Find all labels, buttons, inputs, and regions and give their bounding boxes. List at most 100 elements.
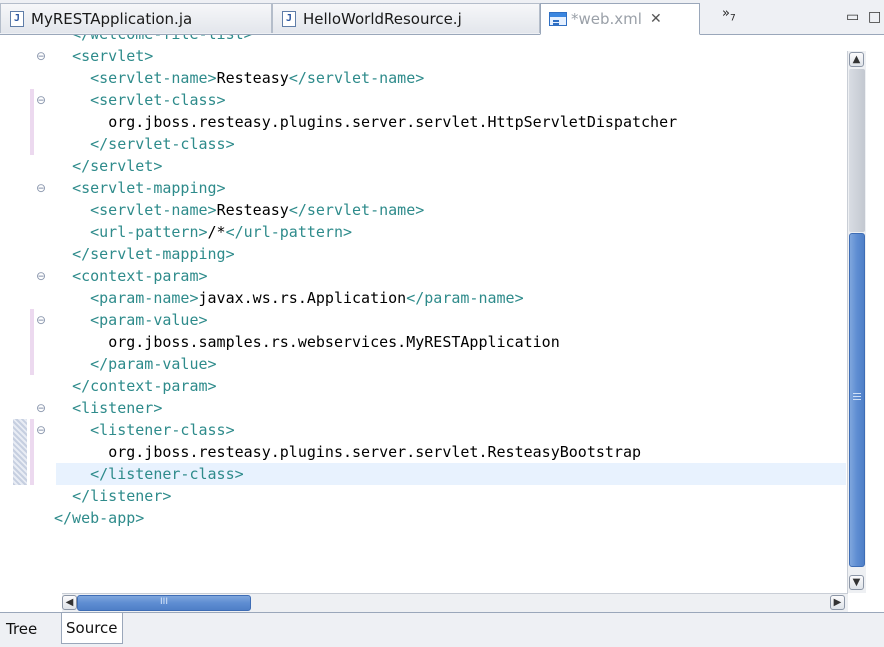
code-line[interactable]: </web-app> — [54, 507, 144, 529]
xml-tag: </welcome-file-list> — [72, 35, 253, 43]
code-line[interactable]: <servlet-class> — [54, 89, 225, 111]
xml-tag: <servlet> — [72, 47, 154, 65]
code-line[interactable]: </welcome-file-list> — [54, 35, 253, 45]
code-line[interactable]: <servlet-name>Resteasy</servlet-name> — [54, 67, 424, 89]
maximize-icon[interactable]: □ — [868, 9, 881, 25]
code-line[interactable]: <context-param> — [54, 265, 208, 287]
xml-tag: </web-app> — [54, 509, 145, 527]
xml-text: /* — [207, 223, 226, 241]
xml-tag: <param-value> — [90, 311, 208, 329]
xml-tag: </servlet> — [72, 157, 163, 175]
editor-tab-bar: J MyRESTApplication.ja J HelloWorldResou… — [0, 0, 884, 35]
tab-source[interactable]: Source — [61, 613, 123, 644]
tab-web-xml[interactable]: *web.xml ✕ — [540, 3, 700, 35]
change-marker — [30, 309, 34, 375]
code-line[interactable]: </listener-class> — [54, 463, 244, 485]
xml-tag: </param-name> — [406, 289, 524, 307]
code-line[interactable]: <url-pattern>/*</url-pattern> — [54, 221, 352, 243]
xml-tag: </listener> — [72, 487, 172, 505]
fold-toggle-icon[interactable]: ⊖ — [36, 270, 48, 282]
fold-toggle-icon[interactable]: ⊖ — [36, 402, 48, 414]
grip-icon: III — [160, 597, 168, 607]
scrollbar-track[interactable] — [849, 69, 865, 232]
fold-toggle-icon[interactable]: ⊖ — [36, 182, 48, 194]
xml-tag: </servlet-class> — [90, 135, 235, 153]
tab-myrestapplication[interactable]: J MyRESTApplication.ja — [0, 3, 272, 33]
tab-tree[interactable]: Tree — [2, 613, 41, 644]
code-line[interactable]: org.jboss.resteasy.plugins.server.servle… — [54, 111, 677, 133]
arrow-down-icon: ▼ — [852, 577, 861, 588]
xml-tag: </servlet-mapping> — [72, 245, 235, 263]
fold-toggle-icon[interactable]: ⊖ — [36, 94, 48, 106]
vertical-scroll-thumb[interactable] — [849, 233, 865, 567]
xml-tag: <context-param> — [72, 267, 208, 285]
tab-label: Source — [66, 619, 118, 637]
code-line[interactable]: <servlet-name>Resteasy</servlet-name> — [54, 199, 424, 221]
fold-toggle-icon[interactable]: ⊖ — [36, 314, 48, 326]
xml-tag: <listener> — [72, 399, 163, 417]
xml-tag: <servlet-mapping> — [72, 179, 226, 197]
xml-tag: </listener-class> — [90, 465, 244, 483]
fold-toggle-icon[interactable]: ⊖ — [36, 50, 48, 62]
horizontal-scroll-thumb[interactable]: III — [77, 595, 251, 611]
close-icon[interactable]: ✕ — [650, 11, 662, 27]
scroll-down-button[interactable]: ▼ — [849, 575, 864, 590]
tab-helloworldresource[interactable]: J HelloWorldResource.j — [272, 3, 540, 33]
tab-label: Tree — [6, 619, 38, 638]
code-line[interactable]: <servlet-mapping> — [54, 177, 226, 199]
scroll-up-button[interactable]: ▲ — [849, 52, 864, 67]
editor-page-tabs: Tree Source — [0, 612, 884, 647]
code-line[interactable]: org.jboss.resteasy.plugins.server.servle… — [54, 441, 641, 463]
code-line[interactable]: </servlet> — [54, 155, 162, 177]
code-line[interactable]: <param-value> — [54, 309, 208, 331]
arrow-right-icon: ▶ — [833, 597, 842, 608]
overflow-count: 7 — [729, 13, 736, 24]
xml-source-editor[interactable]: ⊖ ⊖ ⊖ ⊖ ⊖ ⊖ ⊖ </welcome-file-list> <servlet> <… — [0, 35, 847, 593]
xml-text: Resteasy — [216, 69, 289, 87]
xml-tag: </servlet-name> — [288, 201, 425, 219]
overflow-icon: » — [722, 6, 730, 21]
code-line[interactable]: </listener> — [54, 485, 171, 507]
code-line[interactable]: org.jboss.samples.rs.webservices.MyRESTA… — [54, 331, 560, 353]
code-line[interactable]: </servlet-class> — [54, 133, 235, 155]
xml-tag: </url-pattern> — [225, 223, 353, 241]
xml-tag: <servlet-name> — [90, 69, 217, 87]
xml-tag: <param-name> — [90, 289, 199, 307]
change-marker — [30, 419, 34, 485]
code-line[interactable]: <listener-class> — [54, 419, 235, 441]
xml-text: javax.ws.rs.Application — [198, 289, 407, 307]
diff-marker — [13, 419, 27, 485]
fold-toggle-icon[interactable]: ⊖ — [36, 424, 48, 436]
code-line[interactable]: </context-param> — [54, 375, 217, 397]
minimize-icon[interactable]: ▭ — [846, 9, 859, 25]
xml-text: org.jboss.resteasy.plugins.server.servle… — [108, 443, 642, 461]
tab-overflow-button[interactable]: »7 — [722, 6, 736, 24]
xml-tag: </context-param> — [72, 377, 217, 395]
xml-text: Resteasy — [216, 201, 289, 219]
tab-label: *web.xml — [571, 10, 642, 28]
vertical-scrollbar[interactable]: ▲ ▼ — [847, 51, 866, 593]
scroll-right-button[interactable]: ▶ — [830, 595, 845, 610]
code-line[interactable]: </servlet-mapping> — [54, 243, 235, 265]
code-line[interactable]: </param-value> — [54, 353, 216, 375]
code-line[interactable]: <listener> — [54, 397, 162, 419]
scroll-left-button[interactable]: ◀ — [62, 595, 77, 610]
code-line[interactable]: <param-name>javax.ws.rs.Application</par… — [54, 287, 524, 309]
horizontal-scrollbar[interactable]: ◀ III ▶ — [62, 593, 848, 612]
code-line[interactable]: <servlet> — [54, 45, 153, 67]
